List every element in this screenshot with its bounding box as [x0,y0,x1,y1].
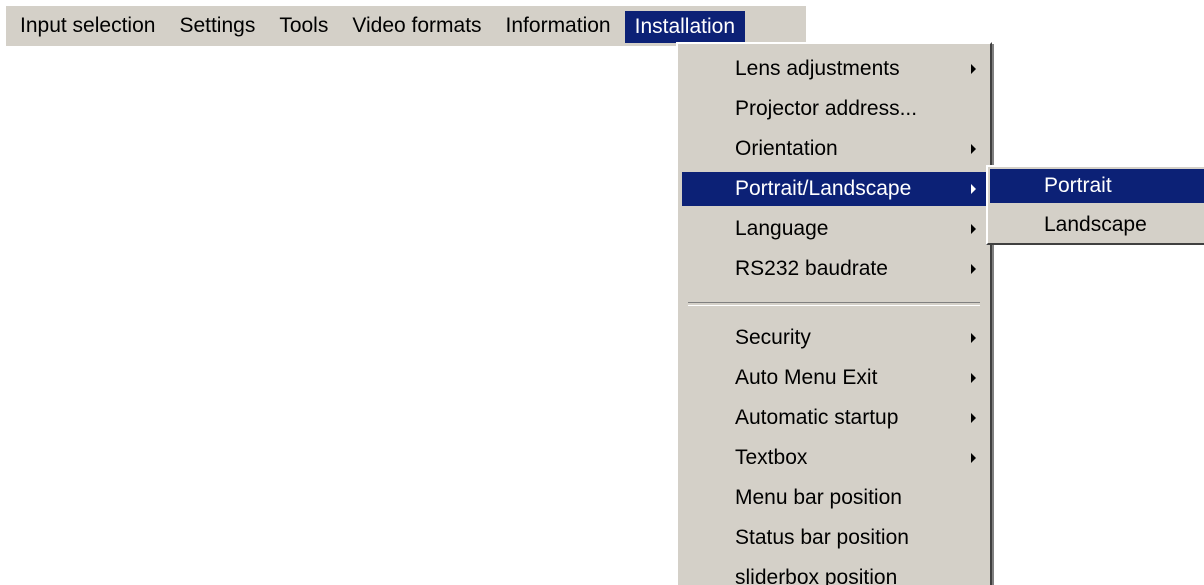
submenu-arrow-icon [971,144,976,154]
menu-item-label: Language [735,217,829,240]
menu-item-label: RS232 baudrate [735,257,888,280]
menu-item-orientation[interactable]: Orientation [682,129,986,169]
menu-item-label: Auto Menu Exit [735,366,878,389]
menu-installation[interactable]: Installation [624,11,746,43]
menu-item-textbox[interactable]: Textbox [682,438,986,478]
menu-item-label: Menu bar position [735,486,902,509]
menu-item-auto-menu-exit[interactable]: Auto Menu Exit [682,358,986,398]
submenu-arrow-icon [971,333,976,343]
menu-item-label: Portrait/Landscape [735,177,912,200]
menu-item-security[interactable]: Security [682,318,986,358]
menu-item-rs232-baudrate[interactable]: RS232 baudrate [682,249,986,289]
submenu-arrow-icon [971,184,976,194]
submenu-arrow-icon [971,64,976,74]
submenu-arrow-icon [971,453,976,463]
submenu-arrow-icon [971,224,976,234]
menu-item-label: Automatic startup [735,406,899,429]
menu-item-automatic-startup[interactable]: Automatic startup [682,398,986,438]
submenu-arrow-icon [971,373,976,383]
portrait-landscape-submenu: Portrait Landscape [986,165,1204,245]
menu-item-menu-bar-position[interactable]: Menu bar position [682,478,986,518]
menu-item-label: Orientation [735,137,838,160]
menu-item-projector-address[interactable]: Projector address... [682,89,986,129]
menu-settings[interactable]: Settings [167,6,267,46]
menu-item-label: Status bar position [735,526,909,549]
submenu-arrow-icon [971,413,976,423]
menu-item-sliderbox-position[interactable]: sliderbox position [682,558,986,585]
menu-bar: Input selection Settings Tools Video for… [6,6,806,46]
submenu-item-portrait[interactable]: Portrait [990,169,1204,203]
menu-video-formats[interactable]: Video formats [340,6,493,46]
menu-item-label: Security [735,326,811,349]
menu-item-language[interactable]: Language [682,209,986,249]
menu-separator [688,302,980,306]
projector-osd: Input selection Settings Tools Video for… [0,0,1204,585]
menu-item-label: Projector address... [735,97,918,120]
menu-item-label: Lens adjustments [735,57,900,80]
menu-information[interactable]: Information [494,6,623,46]
menu-input-selection[interactable]: Input selection [18,6,167,46]
menu-item-label: Textbox [735,446,808,469]
submenu-arrow-icon [971,264,976,274]
submenu-item-landscape[interactable]: Landscape [990,207,1204,243]
menu-item-status-bar-position[interactable]: Status bar position [682,518,986,558]
menu-tools[interactable]: Tools [267,6,340,46]
installation-dropdown: Lens adjustments Projector address... Or… [676,42,994,585]
menu-item-portrait-landscape[interactable]: Portrait/Landscape [682,172,986,206]
menu-item-lens-adjustments[interactable]: Lens adjustments [682,49,986,89]
menu-item-label: sliderbox position [735,566,898,585]
